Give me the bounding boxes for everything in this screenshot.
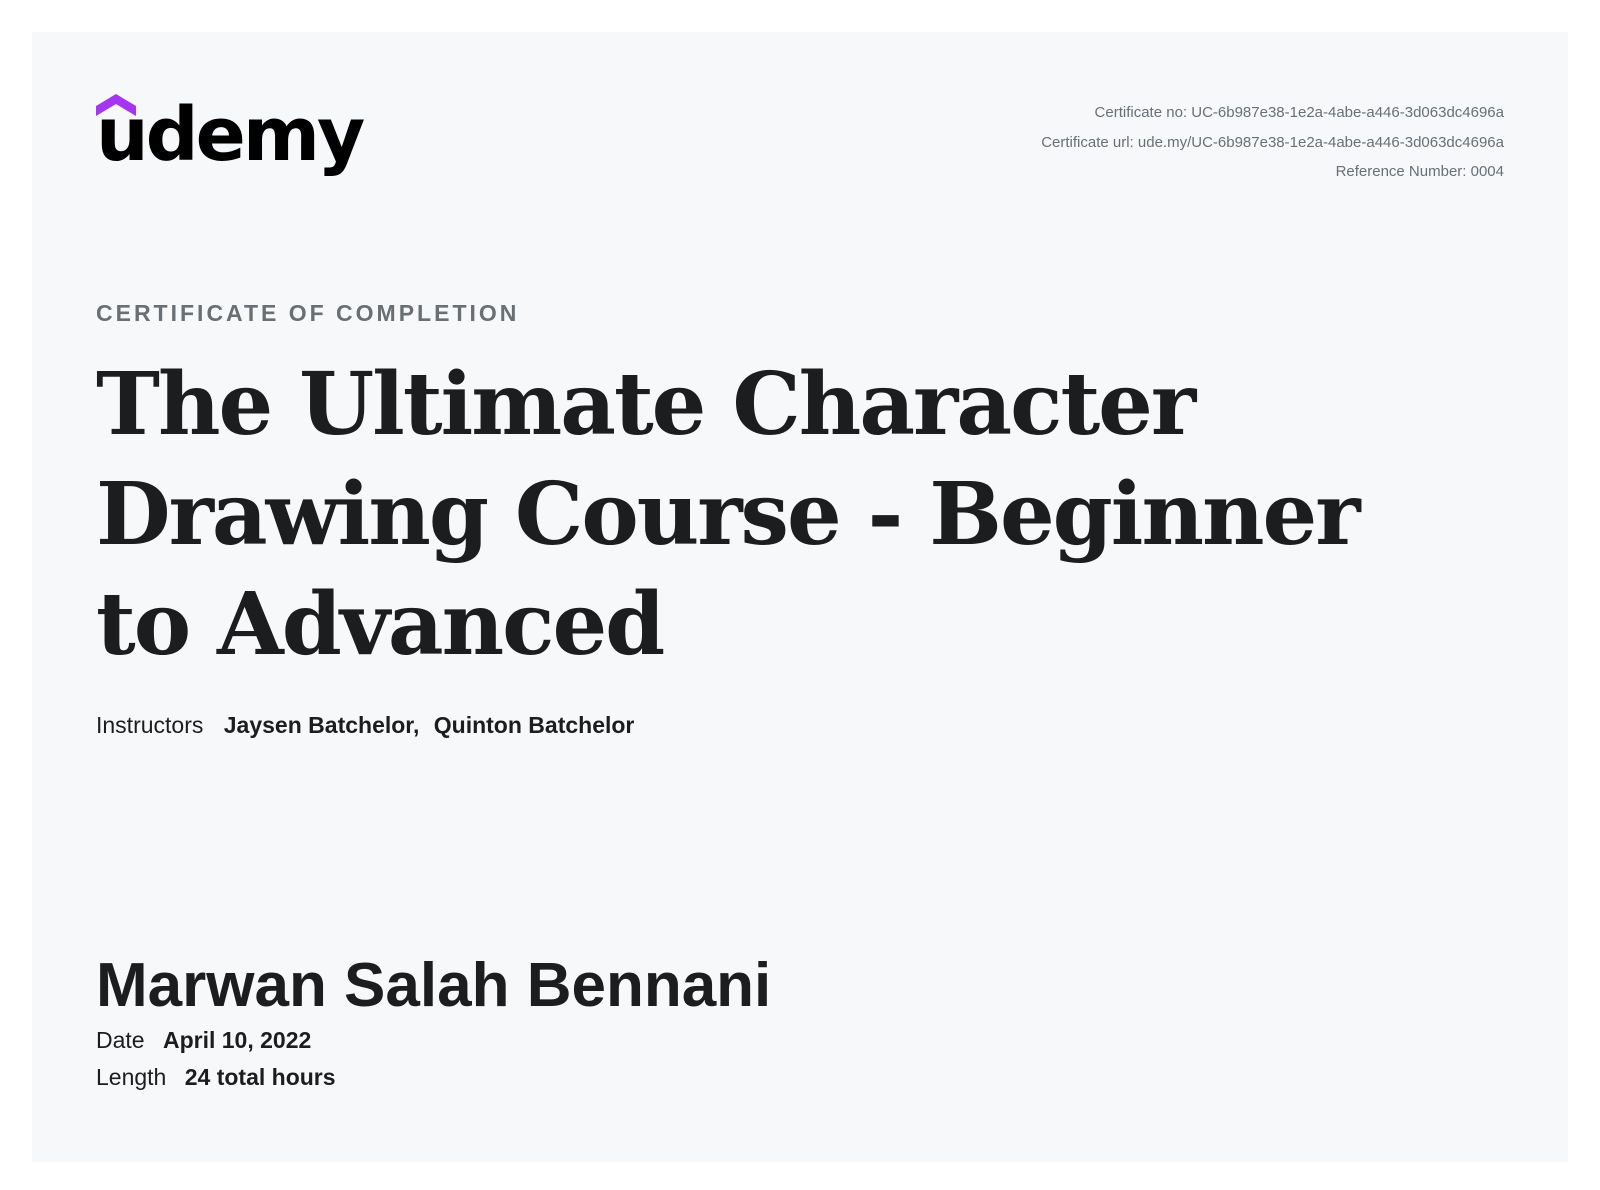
reference-number: Reference Number: 0004 [1335,163,1504,180]
certificate-url[interactable]: Certificate url: ude.my/UC-6b987e38-1e2a… [1041,128,1504,158]
length-row: Length 24 total hours [96,1064,336,1091]
certificate: udemy Certificate no: UC-6b987e38-1e2a-4… [32,32,1568,1162]
instructor-name: Jaysen Batchelor, [223,712,420,738]
logo-wordmark: udemy [96,92,365,178]
recipient-name: Marwan Salah Bennani [96,951,772,1020]
length-label: Length [96,1064,167,1090]
date-label: Date [96,1027,145,1053]
instructor-name: Quinton Batchelor [433,712,635,738]
instructors-label: Instructors [96,712,204,738]
instructors: Instructors Jaysen Batchelor, Quinton Ba… [96,712,634,739]
date-value: April 10, 2022 [162,1027,312,1053]
course-title: The Ultimate Character Drawing Course - … [96,354,1361,675]
certificate-number: Certificate no: UC-6b987e38-1e2a-4abe-a4… [1094,104,1504,121]
certificate-meta: Certificate no: UC-6b987e38-1e2a-4abe-a4… [1041,98,1504,187]
date-row: Date April 10, 2022 [96,1027,311,1054]
certificate-label: CERTIFICATE OF COMPLETION [96,300,520,326]
length-value: 24 total hours [184,1064,336,1090]
